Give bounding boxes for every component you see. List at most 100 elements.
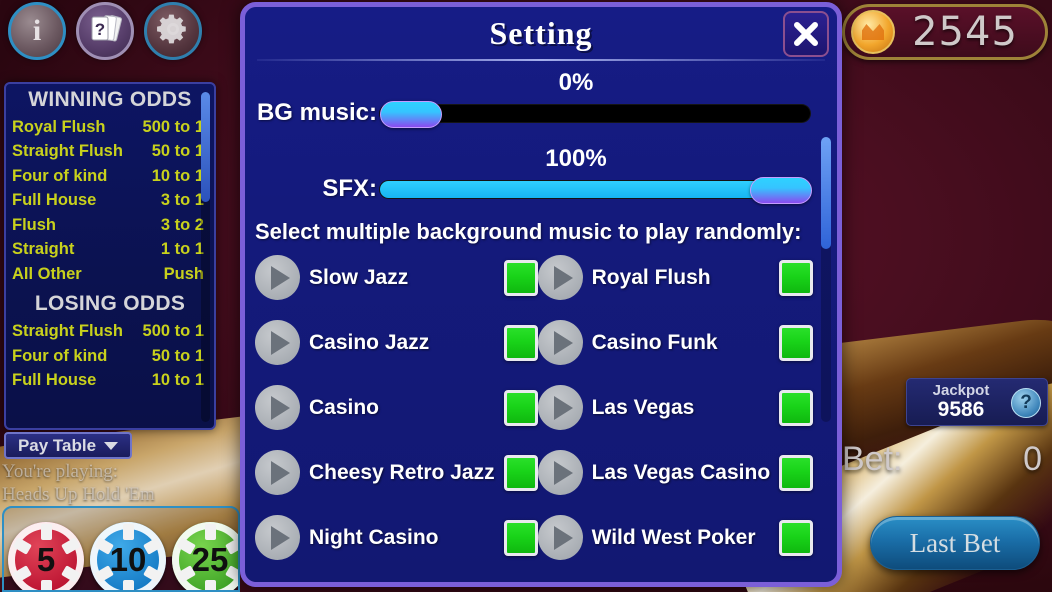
odds-hand: Full House <box>12 191 97 210</box>
chip-tray: 5 10 25 <box>2 506 240 592</box>
odds-row: Four of kind 50 to 1 <box>6 344 214 368</box>
play-icon <box>553 525 573 550</box>
odds-row: Four of kind 10 to 1 <box>6 164 214 188</box>
track-name: Royal Flush <box>591 265 711 289</box>
track-name: Wild West Poker <box>591 525 756 549</box>
track-checkbox[interactable] <box>779 259 814 296</box>
odds-hand: All Other <box>12 264 82 283</box>
play-button[interactable] <box>255 320 300 365</box>
odds-value: 500 to 1 <box>142 118 204 136</box>
settings-button[interactable] <box>144 2 202 60</box>
track-checkbox[interactable] <box>779 454 814 491</box>
music-track-grid: Slow Jazz Royal Flush Casino Jazz Casino… <box>245 251 837 560</box>
sfx-slider-knob[interactable] <box>750 176 812 204</box>
winning-odds-title: WINNING ODDS <box>28 88 192 111</box>
help-cards-button[interactable]: ? <box>76 2 134 60</box>
top-icon-bar: i ? <box>8 2 202 60</box>
play-button[interactable] <box>255 450 300 495</box>
game-screen: i ? WINNING ODDS Royal Flush 500 to 1 St… <box>0 0 1052 592</box>
jackpot-panel: Jackpot 9586 ? <box>906 378 1048 426</box>
sfx-slider[interactable] <box>379 176 812 204</box>
chip-edge-mark <box>40 524 52 540</box>
track-checkbox[interactable] <box>779 324 814 361</box>
jackpot-value: 9586 <box>937 397 985 421</box>
play-button[interactable] <box>537 450 583 495</box>
playing-game-name: Heads Up Hold 'Em <box>2 484 155 506</box>
dialog-scrollbar[interactable] <box>821 137 831 422</box>
play-button[interactable] <box>537 255 583 300</box>
track-row: Las Vegas <box>537 385 814 430</box>
play-button[interactable] <box>255 255 300 300</box>
track-name: Casino Jazz <box>309 330 430 354</box>
play-button[interactable] <box>537 320 583 365</box>
winning-odds-list: Royal Flush 500 to 1 Straight Flush 50 t… <box>6 115 214 286</box>
bet-display: Bet: 0 <box>842 440 1042 479</box>
coin-icon <box>851 10 895 54</box>
now-playing-info: You're playing: Heads Up Hold 'Em <box>2 460 242 506</box>
odds-scrollbar-thumb[interactable] <box>201 92 210 202</box>
odds-panel[interactable]: WINNING ODDS Royal Flush 500 to 1 Straig… <box>4 82 216 430</box>
chip-edge-mark <box>122 580 134 590</box>
odds-row: Full House 10 to 1 <box>6 368 214 392</box>
track-name: Cheesy Retro Jazz <box>309 460 495 484</box>
bet-value: 0 <box>1023 440 1042 478</box>
track-row: Las Vegas Casino <box>537 450 814 495</box>
pay-table-button[interactable]: Pay Table <box>4 432 132 459</box>
chip-edge-mark <box>60 537 80 555</box>
track-name: Slow Jazz <box>309 265 409 289</box>
close-dialog-button[interactable] <box>783 11 829 57</box>
play-icon <box>271 395 290 420</box>
dialog-divider <box>257 59 825 61</box>
odds-value: 500 to 1 <box>142 322 204 341</box>
chip-value: 25 <box>191 541 229 578</box>
sfx-slider-group: 100% SFX: <box>245 145 837 204</box>
svg-text:?: ? <box>95 20 105 39</box>
play-button[interactable] <box>255 385 300 430</box>
chip-edge-mark <box>204 580 216 590</box>
chip-5[interactable]: 5 <box>8 522 84 590</box>
bg-music-slider[interactable] <box>379 100 811 128</box>
bg-music-percent: 0% <box>558 69 594 96</box>
jackpot-help-icon[interactable]: ? <box>1011 388 1041 418</box>
chip-edge-mark <box>60 565 80 583</box>
last-bet-button[interactable]: Last Bet <box>870 516 1040 570</box>
track-checkbox[interactable] <box>503 454 538 491</box>
track-checkbox[interactable] <box>503 389 538 426</box>
gear-icon <box>156 12 190 51</box>
dialog-scrollbar-thumb[interactable] <box>821 137 831 249</box>
odds-value: 50 to 1 <box>151 142 204 161</box>
play-button[interactable] <box>537 515 583 560</box>
info-icon: i <box>32 14 42 47</box>
track-checkbox[interactable] <box>779 389 814 426</box>
track-row: Casino <box>255 385 538 430</box>
chip-edge-mark <box>12 565 32 583</box>
odds-hand: Four of kind <box>12 346 108 365</box>
balance-amount: 2545 <box>912 9 1018 55</box>
track-row: Casino Jazz <box>255 320 538 365</box>
cards-question-icon: ? <box>88 12 123 51</box>
sfx-percent: 100% <box>545 145 607 172</box>
bg-music-slider-knob[interactable] <box>380 100 442 128</box>
odds-value: 50 to 1 <box>151 346 204 365</box>
track-name: Las Vegas <box>591 395 695 419</box>
chevron-down-icon <box>104 441 119 450</box>
dialog-title: Setting <box>489 15 593 51</box>
odds-scrollbar[interactable] <box>201 92 210 422</box>
odds-hand: Flush <box>12 215 56 234</box>
chip-10[interactable]: 10 <box>90 522 166 590</box>
select-music-caption: Select multiple background music to play… <box>255 219 802 244</box>
track-checkbox[interactable] <box>503 519 538 556</box>
play-icon <box>271 460 290 485</box>
chip-25[interactable]: 25 <box>172 522 238 590</box>
track-checkbox[interactable] <box>503 324 538 361</box>
play-button[interactable] <box>537 385 583 430</box>
odds-value: 3 to 2 <box>160 215 204 234</box>
play-button[interactable] <box>255 515 300 560</box>
odds-value: Push <box>163 264 204 283</box>
playing-caption: You're playing: <box>2 461 119 482</box>
pay-table-label: Pay Table <box>17 435 97 455</box>
track-row: Slow Jazz <box>255 255 538 300</box>
info-button[interactable]: i <box>8 2 66 60</box>
track-checkbox[interactable] <box>503 259 538 296</box>
track-checkbox[interactable] <box>779 519 814 556</box>
